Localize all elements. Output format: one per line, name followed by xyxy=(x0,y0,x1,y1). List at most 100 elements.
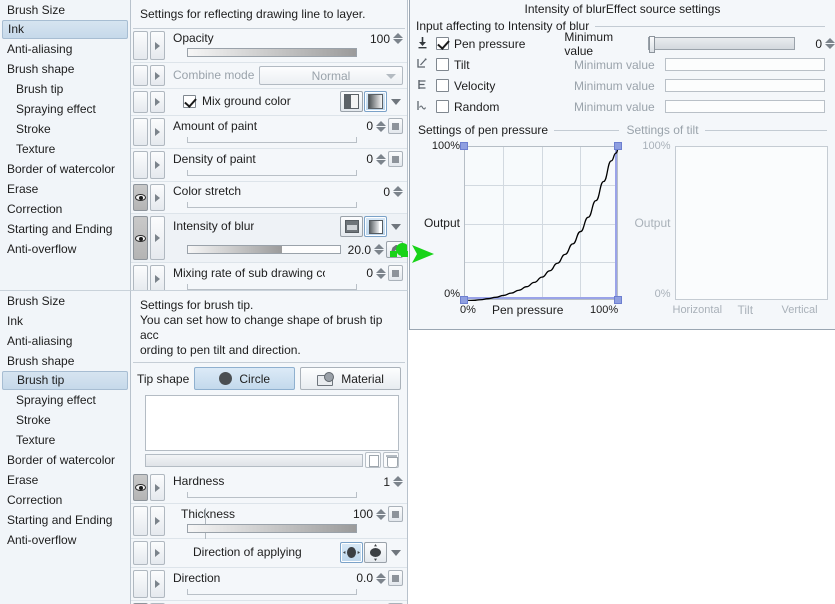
row-toggles-density-of-paint[interactable] xyxy=(131,149,167,181)
curve-handle-top-left[interactable] xyxy=(460,142,468,150)
pen-pressure-plot[interactable]: 100% Output 0% 0% Pen pressure 100% xyxy=(418,140,622,320)
blur-mode-box-button[interactable] xyxy=(340,216,363,237)
expand-toggle-icon[interactable] xyxy=(150,91,165,113)
tab-material[interactable]: Material xyxy=(300,367,402,390)
row-opacity[interactable]: Opacity 100 xyxy=(131,29,407,63)
visibility-toggle-icon[interactable] xyxy=(133,265,148,290)
curve-handle-top-right[interactable] xyxy=(614,142,622,150)
slider-density-of-paint[interactable] xyxy=(187,170,357,176)
sidebar-item-brush-shape[interactable]: Brush shape xyxy=(0,59,130,79)
sidebar-item-correction[interactable]: Correction xyxy=(0,490,130,510)
slider-mixing-rate[interactable] xyxy=(187,284,357,290)
visibility-toggle-icon[interactable] xyxy=(133,216,148,260)
row-mix-ground-color[interactable]: Mix ground color xyxy=(131,89,407,116)
chevron-down-icon[interactable] xyxy=(391,549,401,556)
value-hardness[interactable]: 1 xyxy=(364,475,403,489)
expand-toggle-icon[interactable] xyxy=(150,31,165,60)
expand-toggle-icon[interactable] xyxy=(150,265,165,290)
row-toggles-color-stretch[interactable] xyxy=(131,182,167,213)
effect-source-button[interactable] xyxy=(388,506,403,522)
sidebar-item-ink[interactable]: Ink xyxy=(0,311,130,331)
slider-hardness[interactable] xyxy=(187,492,357,498)
input-source-row-tilt[interactable]: Tilt Minimum value xyxy=(410,54,835,75)
slider-knob[interactable] xyxy=(649,36,656,53)
sidebar-item-spraying-effect[interactable]: Spraying effect xyxy=(0,99,130,119)
sidebar-ink-category-list[interactable]: Brush Size Ink Anti-aliasing Brush shape Bru… xyxy=(0,0,131,291)
row-toggles-opacity[interactable] xyxy=(131,29,167,62)
visibility-toggle-icon[interactable] xyxy=(133,570,148,598)
minimum-value-stepper[interactable]: 0 xyxy=(808,37,835,51)
spinner-density-of-paint[interactable] xyxy=(375,153,386,165)
sidebar-item-anti-aliasing[interactable]: Anti-aliasing xyxy=(0,39,130,59)
delete-icon[interactable] xyxy=(383,452,399,468)
brush-tip-preview-toolbar[interactable] xyxy=(145,452,399,468)
expand-toggle-icon[interactable] xyxy=(150,118,165,146)
spinner-intensity-of-blur[interactable] xyxy=(373,244,384,255)
effect-source-button[interactable] xyxy=(388,151,403,167)
sidebar-item-stroke[interactable]: Stroke xyxy=(0,119,130,139)
row-toggles-intensity-of-blur[interactable] xyxy=(131,214,167,262)
slider-color-stretch[interactable] xyxy=(187,202,357,208)
row-density-of-paint[interactable]: Density of paint 0 xyxy=(131,149,407,182)
direction-vertical-button[interactable] xyxy=(364,542,387,563)
spinner-thickness[interactable] xyxy=(375,508,386,520)
input-source-row-velocity[interactable]: Velocity Minimum value xyxy=(410,75,835,96)
row-intensity-of-blur[interactable]: Intensity of blur 20.0 xyxy=(131,214,407,263)
sidebar-item-stroke[interactable]: Stroke xyxy=(0,410,130,430)
effect-source-settings-button[interactable] xyxy=(386,241,407,258)
sidebar-item-brush-size[interactable]: Brush Size xyxy=(0,291,130,311)
sidebar-item-border-of-watercolor[interactable]: Border of watercolor xyxy=(0,450,130,470)
spinner-hardness[interactable] xyxy=(392,476,403,487)
preview-scrollbar[interactable] xyxy=(145,453,363,467)
value-color-stretch[interactable]: 0 xyxy=(364,185,403,199)
blur-mode-gradient-button[interactable] xyxy=(364,216,387,237)
effect-source-button[interactable] xyxy=(388,118,403,134)
mix-ground-color-mode-buttons[interactable] xyxy=(340,91,403,112)
slider-thickness[interactable] xyxy=(187,524,357,533)
row-amount-of-paint[interactable]: Amount of paint 0 xyxy=(131,116,407,149)
value-direction[interactable]: 0.0 xyxy=(347,570,403,586)
expand-toggle-icon[interactable] xyxy=(150,570,165,598)
row-toggles-direction-of-applying[interactable] xyxy=(131,539,167,567)
direction-of-applying-buttons[interactable] xyxy=(340,542,403,563)
spinner-direction[interactable] xyxy=(375,572,386,584)
curve-handle-bottom-left[interactable] xyxy=(460,296,468,304)
pen-pressure-plot-area[interactable] xyxy=(464,146,619,301)
checkbox-icon[interactable] xyxy=(436,37,449,50)
spinner-amount-of-paint[interactable] xyxy=(375,120,386,132)
chevron-down-icon[interactable] xyxy=(391,223,401,230)
expand-toggle-icon[interactable] xyxy=(150,541,165,565)
slider-amount-of-paint[interactable] xyxy=(187,137,357,143)
row-toggles-combine-mode[interactable] xyxy=(131,63,167,88)
sidebar-item-brush-tip[interactable]: Brush tip xyxy=(2,371,128,390)
mix-mode-soft-button[interactable] xyxy=(364,91,387,112)
sidebar-item-anti-aliasing[interactable]: Anti-aliasing xyxy=(0,331,130,351)
effect-source-button[interactable] xyxy=(388,265,403,281)
row-direction-of-applying[interactable]: Direction of applying xyxy=(131,539,407,568)
select-combine-mode[interactable]: Normal xyxy=(259,66,403,85)
blur-mode-buttons[interactable] xyxy=(340,216,403,237)
value-intensity-of-blur[interactable]: 20.0 xyxy=(345,241,407,258)
expand-toggle-icon[interactable] xyxy=(150,151,165,179)
checkbox-icon[interactable] xyxy=(436,100,449,113)
expand-toggle-icon[interactable] xyxy=(150,65,165,86)
visibility-toggle-icon[interactable] xyxy=(133,31,148,60)
sidebar-item-erase[interactable]: Erase xyxy=(0,470,130,490)
sidebar-brushtip-category-list[interactable]: Brush Size Ink Anti-aliasing Brush shape Bru… xyxy=(0,291,131,604)
sidebar-item-anti-overflow[interactable]: Anti-overflow xyxy=(0,530,130,550)
visibility-toggle-icon[interactable] xyxy=(133,474,148,501)
row-toggles-thickness[interactable] xyxy=(131,504,167,538)
row-color-stretch[interactable]: Color stretch 0 xyxy=(131,182,407,214)
sidebar-item-erase[interactable]: Erase xyxy=(0,179,130,199)
value-density-of-paint[interactable]: 0 xyxy=(347,151,403,167)
value-thickness[interactable]: 100 xyxy=(347,506,403,522)
checkbox-icon[interactable] xyxy=(436,58,449,71)
value-opacity[interactable]: 100 xyxy=(364,32,403,46)
tab-circle[interactable]: Circle xyxy=(194,367,296,390)
sidebar-item-starting-and-ending[interactable]: Starting and Ending xyxy=(0,219,130,239)
visibility-toggle-icon[interactable] xyxy=(133,184,148,211)
sidebar-item-starting-and-ending[interactable]: Starting and Ending xyxy=(0,510,130,530)
sidebar-item-spraying-effect[interactable]: Spraying effect xyxy=(0,390,130,410)
sidebar-item-ink[interactable]: Ink xyxy=(2,20,128,39)
row-hardness[interactable]: Hardness 1 xyxy=(131,472,407,504)
